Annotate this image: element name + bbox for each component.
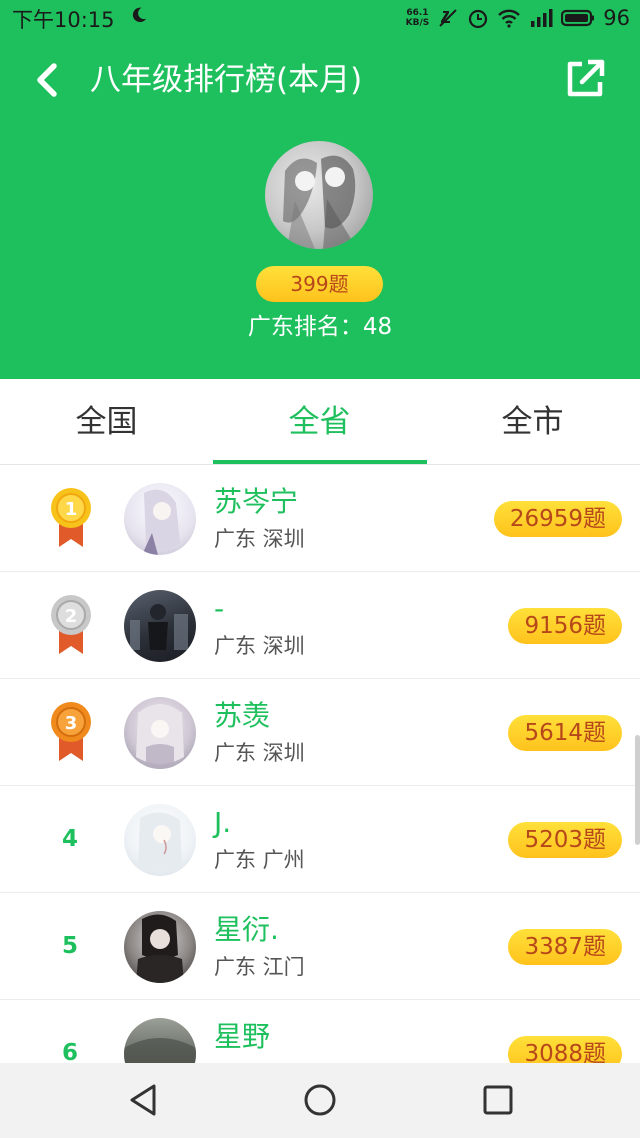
user-location: 广东 深圳: [214, 741, 305, 765]
leaderboard-row[interactable]: 5 星衍. 广东 江门 3387题: [0, 893, 640, 1000]
question-count-badge: 3088题: [508, 1036, 622, 1063]
avatar-illustration: [136, 704, 184, 769]
rank-number: 6: [61, 1040, 78, 1063]
avatar-illustration: [142, 489, 180, 555]
scrollbar[interactable]: [635, 735, 640, 845]
question-count-badge: 3387题: [508, 929, 622, 965]
question-count-badge: 26959题: [493, 501, 622, 537]
avatar-illustration: [124, 1038, 196, 1063]
svg-text:2: 2: [65, 606, 78, 627]
circle-home-icon[interactable]: [300, 1080, 340, 1120]
avatar-illustration: [130, 604, 188, 650]
status-right: 66.1 KB/S 96: [406, 3, 630, 33]
active-tab-indicator: [213, 460, 427, 464]
svg-text:1: 1: [65, 499, 78, 520]
system-nav-bar: [0, 1063, 640, 1138]
tab-province[interactable]: 全省: [213, 379, 426, 465]
leaderboard-row[interactable]: 3 苏羡 广东 深圳 5614题: [0, 679, 640, 786]
leaderboard-row[interactable]: 2 - 广东 深圳 9156题: [0, 572, 640, 679]
user-name: 星衍.: [214, 913, 279, 946]
avatar[interactable]: [124, 1018, 196, 1063]
battery-percent: 96: [603, 6, 630, 30]
question-count-badge: 9156题: [508, 608, 622, 644]
leaderboard-row[interactable]: 1 苏岑宁 广东 深圳 26959题: [0, 465, 640, 572]
my-province-rank: 广东排名：48: [247, 314, 393, 340]
battery-icon: [561, 9, 595, 27]
tab-national[interactable]: 全国: [0, 379, 213, 465]
avatar[interactable]: [124, 483, 196, 555]
avatar-illustration: [136, 914, 184, 983]
status-time: 下午10:15: [12, 8, 115, 32]
silver-medal-icon: 2: [51, 595, 91, 654]
net-speed-value: 66.1: [406, 8, 429, 18]
app-screen: 下午10:15 66.1 KB/S 96 八年级排行榜(本月) 399题 广东排…: [0, 0, 640, 1138]
leaderboard-row[interactable]: 4 J. 广东 广州 5203题: [0, 786, 640, 893]
scope-tabs: 全国 全省 全市: [0, 379, 640, 465]
back-arrow-icon[interactable]: [28, 58, 68, 102]
user-name: 苏羡: [214, 699, 271, 732]
svg-text:3: 3: [65, 713, 78, 734]
leaderboard-list[interactable]: 1 苏岑宁 广东 深圳 26959题 2 - 广东 深圳 9156题 3 苏羡 …: [0, 465, 640, 1063]
moon-icon: [132, 7, 147, 23]
rank-number: 5: [61, 933, 78, 959]
page-title: 八年级排行榜(本月): [90, 62, 363, 98]
signal-icon: [531, 9, 553, 27]
question-count-badge: 5203题: [508, 822, 622, 858]
my-score-badge: 399题: [256, 266, 383, 302]
wifi-icon: [498, 9, 521, 28]
avatar-illustration: [138, 812, 182, 871]
status-bar: 下午10:15 66.1 KB/S 96: [0, 0, 640, 36]
net-speed: 66.1 KB/S: [406, 8, 430, 28]
my-avatar[interactable]: [265, 141, 373, 249]
my-avatar-illustration: [283, 155, 357, 249]
user-location: 广东 江门: [214, 955, 305, 979]
avatar[interactable]: [124, 697, 196, 769]
net-speed-unit: KB/S: [405, 18, 430, 28]
profile-header: 下午10:15 66.1 KB/S 96 八年级排行榜(本月) 399题 广东排…: [0, 0, 640, 379]
leaderboard-row[interactable]: 6 星野 3088题: [0, 1000, 640, 1063]
user-name: -: [214, 592, 225, 625]
bronze-medal-icon: 3: [51, 702, 91, 761]
alarm-icon: [469, 9, 488, 29]
avatar[interactable]: [124, 911, 196, 983]
user-name: 苏岑宁: [214, 485, 299, 518]
square-recents-icon[interactable]: [478, 1080, 518, 1120]
avatar[interactable]: [124, 804, 196, 876]
triangle-back-icon[interactable]: [124, 1080, 164, 1120]
avatar[interactable]: [124, 590, 196, 662]
share-external-icon[interactable]: [562, 56, 608, 102]
user-location: 广东 深圳: [214, 634, 305, 658]
mute-icon: [439, 9, 457, 27]
rank-number: 4: [61, 826, 78, 852]
tab-city[interactable]: 全市: [426, 379, 639, 465]
user-name: 星野: [214, 1020, 271, 1053]
user-location: 广东 深圳: [214, 527, 305, 551]
user-name: J.: [214, 806, 232, 839]
question-count-badge: 5614题: [508, 715, 622, 751]
user-location: 广东 广州: [214, 848, 305, 872]
gold-medal-icon: 1: [51, 488, 91, 547]
